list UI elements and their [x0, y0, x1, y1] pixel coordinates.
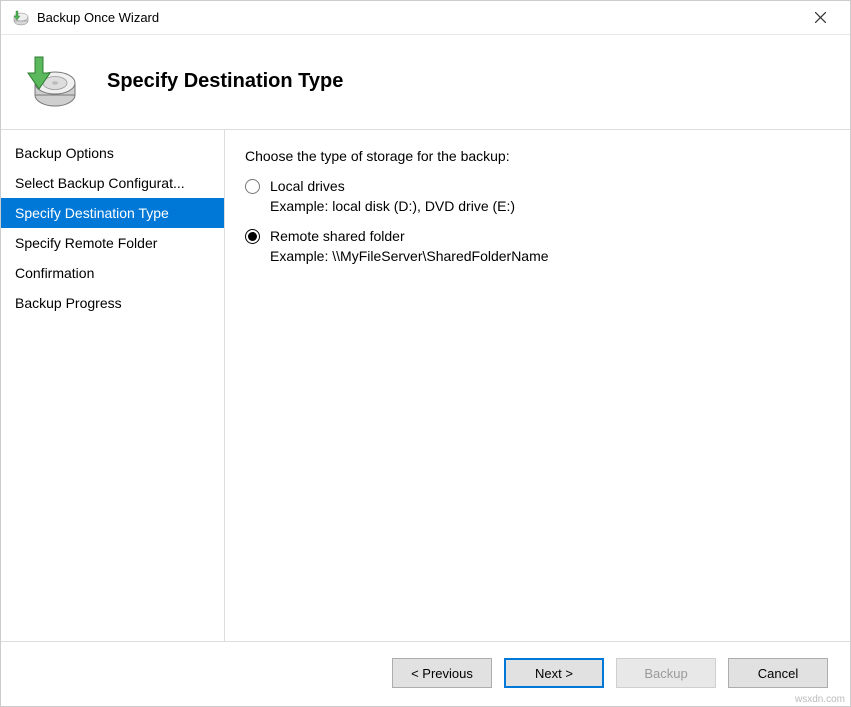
example-local: Example: local disk (D:), DVD drive (E:) [270, 198, 830, 214]
sidebar-item-backup-options[interactable]: Backup Options [1, 138, 224, 168]
sidebar-item-specify-destination-type[interactable]: Specify Destination Type [1, 198, 224, 228]
sidebar-item-label: Specify Destination Type [15, 205, 169, 221]
page-title: Specify Destination Type [107, 70, 343, 93]
sidebar-item-select-backup-config[interactable]: Select Backup Configurat... [1, 168, 224, 198]
radio-label-remote: Remote shared folder [270, 228, 405, 244]
sidebar-item-backup-progress[interactable]: Backup Progress [1, 288, 224, 318]
wizard-header: Specify Destination Type [1, 35, 850, 129]
sidebar-item-label: Specify Remote Folder [15, 235, 157, 251]
backup-button: Backup [616, 658, 716, 688]
close-icon [815, 12, 826, 23]
content-area: Backup Options Select Backup Configurat.… [1, 129, 850, 641]
sidebar-item-label: Backup Progress [15, 295, 122, 311]
radio-label-local: Local drives [270, 178, 345, 194]
wizard-steps-sidebar: Backup Options Select Backup Configurat.… [1, 130, 225, 641]
example-remote: Example: \\MyFileServer\SharedFolderName [270, 248, 830, 264]
watermark: wsxdn.com [795, 694, 845, 705]
titlebar: Backup Once Wizard [1, 1, 850, 35]
instruction-text: Choose the type of storage for the backu… [245, 148, 830, 164]
sidebar-item-label: Backup Options [15, 145, 114, 161]
button-bar: < Previous Next > Backup Cancel [1, 641, 850, 704]
cancel-button[interactable]: Cancel [728, 658, 828, 688]
app-icon [11, 9, 29, 27]
close-button[interactable] [800, 3, 840, 33]
sidebar-item-label: Confirmation [15, 265, 94, 281]
next-button[interactable]: Next > [504, 658, 604, 688]
sidebar-item-label: Select Backup Configurat... [15, 175, 185, 191]
radio-remote-shared-folder[interactable] [245, 229, 260, 244]
radio-option-local-drives[interactable]: Local drives [245, 178, 830, 194]
radio-local-drives[interactable] [245, 179, 260, 194]
previous-button[interactable]: < Previous [392, 658, 492, 688]
main-panel: Choose the type of storage for the backu… [225, 130, 850, 641]
radio-option-remote-shared-folder[interactable]: Remote shared folder [245, 228, 830, 244]
window-title: Backup Once Wizard [37, 10, 800, 25]
wizard-icon [21, 53, 77, 109]
sidebar-item-confirmation[interactable]: Confirmation [1, 258, 224, 288]
sidebar-item-specify-remote-folder[interactable]: Specify Remote Folder [1, 228, 224, 258]
